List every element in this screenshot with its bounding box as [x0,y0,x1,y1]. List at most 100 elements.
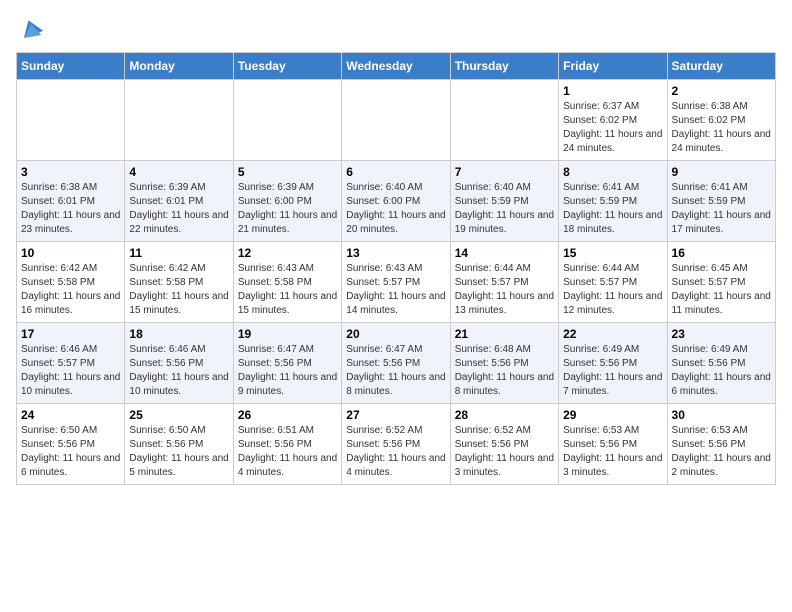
day-cell: 17 Sunrise: 6:46 AMSunset: 5:57 PMDayligh… [17,323,125,404]
day-info: Sunrise: 6:40 AMSunset: 5:59 PMDaylight:… [455,181,554,237]
day-number: 24 [21,408,120,422]
day-number: 25 [129,408,228,422]
day-info: Sunrise: 6:39 AMSunset: 6:00 PMDaylight:… [238,181,337,237]
day-number: 14 [455,246,554,260]
day-info: Sunrise: 6:43 AMSunset: 5:58 PMDaylight:… [238,262,337,318]
day-cell: 19Sunrise: 6:47 AMSunset: 5:56 PMDayligh… [233,323,341,404]
day-cell: 30 Sunrise: 6:53 AMSunset: 5:56 PMDayligh… [667,404,775,485]
day-cell: 13Sunrise: 6:43 AMSunset: 5:57 PMDayligh… [342,242,450,323]
day-info: Sunrise: 6:38 AMSunset: 6:01 PMDaylight:… [21,181,120,237]
day-info: Sunrise: 6:44 AMSunset: 5:57 PMDaylight:… [455,262,554,318]
day-info: Sunrise: 6:41 AMSunset: 5:59 PMDaylight:… [563,181,662,237]
weekday-header-thursday: Thursday [450,53,558,80]
day-cell: 4 Sunrise: 6:39 AMSunset: 6:01 PMDaylight… [125,161,233,242]
header [16,16,776,44]
day-cell [125,80,233,161]
day-info: Sunrise: 6:52 AMSunset: 5:56 PMDaylight:… [346,424,445,480]
day-cell: 10 Sunrise: 6:42 AMSunset: 5:58 PMDayligh… [17,242,125,323]
day-cell: 1 Sunrise: 6:37 AMSunset: 6:02 PMDaylight… [559,80,667,161]
day-info: Sunrise: 6:52 AMSunset: 5:56 PMDaylight:… [455,424,554,480]
day-info: Sunrise: 6:48 AMSunset: 5:56 PMDaylight:… [455,343,554,399]
day-cell: 18Sunrise: 6:46 AMSunset: 5:56 PMDayligh… [125,323,233,404]
day-number: 1 [563,84,662,98]
day-cell: 6 Sunrise: 6:40 AMSunset: 6:00 PMDaylight… [342,161,450,242]
weekday-header-sunday: Sunday [17,53,125,80]
day-cell: 16 Sunrise: 6:45 AMSunset: 5:57 PMDayligh… [667,242,775,323]
day-number: 6 [346,165,445,179]
weekday-header-monday: Monday [125,53,233,80]
day-info: Sunrise: 6:38 AMSunset: 6:02 PMDaylight:… [672,100,771,156]
day-number: 18 [129,327,228,341]
logo [16,16,46,44]
day-number: 20 [346,327,445,341]
day-info: Sunrise: 6:39 AMSunset: 6:01 PMDaylight:… [129,181,228,237]
day-number: 29 [563,408,662,422]
day-cell: 14 Sunrise: 6:44 AMSunset: 5:57 PMDayligh… [450,242,558,323]
day-number: 10 [21,246,120,260]
day-number: 5 [238,165,337,179]
weekday-header-friday: Friday [559,53,667,80]
day-number: 11 [129,246,228,260]
day-number: 23 [672,327,771,341]
day-number: 27 [346,408,445,422]
logo-icon [18,16,46,44]
day-number: 21 [455,327,554,341]
day-cell: 8 Sunrise: 6:41 AMSunset: 5:59 PMDaylight… [559,161,667,242]
day-cell: 29Sunrise: 6:53 AMSunset: 5:56 PMDayligh… [559,404,667,485]
day-cell: 9Sunrise: 6:41 AMSunset: 5:59 PMDaylight… [667,161,775,242]
day-cell: 20Sunrise: 6:47 AMSunset: 5:56 PMDayligh… [342,323,450,404]
week-row-2: 3 Sunrise: 6:38 AMSunset: 6:01 PMDaylight… [17,161,776,242]
day-info: Sunrise: 6:43 AMSunset: 5:57 PMDaylight:… [346,262,445,318]
day-info: Sunrise: 6:50 AMSunset: 5:56 PMDaylight:… [129,424,228,480]
day-info: Sunrise: 6:40 AMSunset: 6:00 PMDaylight:… [346,181,445,237]
day-info: Sunrise: 6:37 AMSunset: 6:02 PMDaylight:… [563,100,662,156]
day-number: 12 [238,246,337,260]
day-number: 7 [455,165,554,179]
day-number: 19 [238,327,337,341]
day-cell: 15 Sunrise: 6:44 AMSunset: 5:57 PMDayligh… [559,242,667,323]
calendar: SundayMondayTuesdayWednesdayThursdayFrid… [16,52,776,485]
day-info: Sunrise: 6:42 AMSunset: 5:58 PMDaylight:… [21,262,120,318]
weekday-header-wednesday: Wednesday [342,53,450,80]
day-info: Sunrise: 6:46 AMSunset: 5:57 PMDaylight:… [21,343,120,399]
day-number: 16 [672,246,771,260]
day-info: Sunrise: 6:44 AMSunset: 5:57 PMDaylight:… [563,262,662,318]
week-row-4: 17 Sunrise: 6:46 AMSunset: 5:57 PMDayligh… [17,323,776,404]
weekday-header-saturday: Saturday [667,53,775,80]
day-info: Sunrise: 6:42 AMSunset: 5:58 PMDaylight:… [129,262,228,318]
day-number: 22 [563,327,662,341]
day-number: 26 [238,408,337,422]
day-number: 8 [563,165,662,179]
day-cell [342,80,450,161]
day-cell: 5 Sunrise: 6:39 AMSunset: 6:00 PMDaylight… [233,161,341,242]
day-cell: 23 Sunrise: 6:49 AMSunset: 5:56 PMDayligh… [667,323,775,404]
day-info: Sunrise: 6:41 AMSunset: 5:59 PMDaylight:… [672,181,771,237]
week-row-5: 24 Sunrise: 6:50 AMSunset: 5:56 PMDayligh… [17,404,776,485]
day-cell: 3 Sunrise: 6:38 AMSunset: 6:01 PMDaylight… [17,161,125,242]
day-number: 28 [455,408,554,422]
day-cell [17,80,125,161]
day-cell: 25 Sunrise: 6:50 AMSunset: 5:56 PMDayligh… [125,404,233,485]
week-row-1: 1 Sunrise: 6:37 AMSunset: 6:02 PMDaylight… [17,80,776,161]
day-number: 17 [21,327,120,341]
day-cell: 26Sunrise: 6:51 AMSunset: 5:56 PMDayligh… [233,404,341,485]
day-info: Sunrise: 6:49 AMSunset: 5:56 PMDaylight:… [672,343,771,399]
day-cell: 27 Sunrise: 6:52 AMSunset: 5:56 PMDayligh… [342,404,450,485]
day-cell: 11 Sunrise: 6:42 AMSunset: 5:58 PMDayligh… [125,242,233,323]
day-cell: 7 Sunrise: 6:40 AMSunset: 5:59 PMDaylight… [450,161,558,242]
day-number: 30 [672,408,771,422]
day-info: Sunrise: 6:53 AMSunset: 5:56 PMDaylight:… [672,424,771,480]
day-cell: 2 Sunrise: 6:38 AMSunset: 6:02 PMDaylight… [667,80,775,161]
day-info: Sunrise: 6:45 AMSunset: 5:57 PMDaylight:… [672,262,771,318]
day-number: 3 [21,165,120,179]
day-cell [233,80,341,161]
week-row-3: 10 Sunrise: 6:42 AMSunset: 5:58 PMDayligh… [17,242,776,323]
day-cell: 21 Sunrise: 6:48 AMSunset: 5:56 PMDayligh… [450,323,558,404]
day-cell [450,80,558,161]
day-number: 15 [563,246,662,260]
day-info: Sunrise: 6:50 AMSunset: 5:56 PMDaylight:… [21,424,120,480]
day-number: 2 [672,84,771,98]
day-number: 4 [129,165,228,179]
day-info: Sunrise: 6:49 AMSunset: 5:56 PMDaylight:… [563,343,662,399]
weekday-header-row: SundayMondayTuesdayWednesdayThursdayFrid… [17,53,776,80]
